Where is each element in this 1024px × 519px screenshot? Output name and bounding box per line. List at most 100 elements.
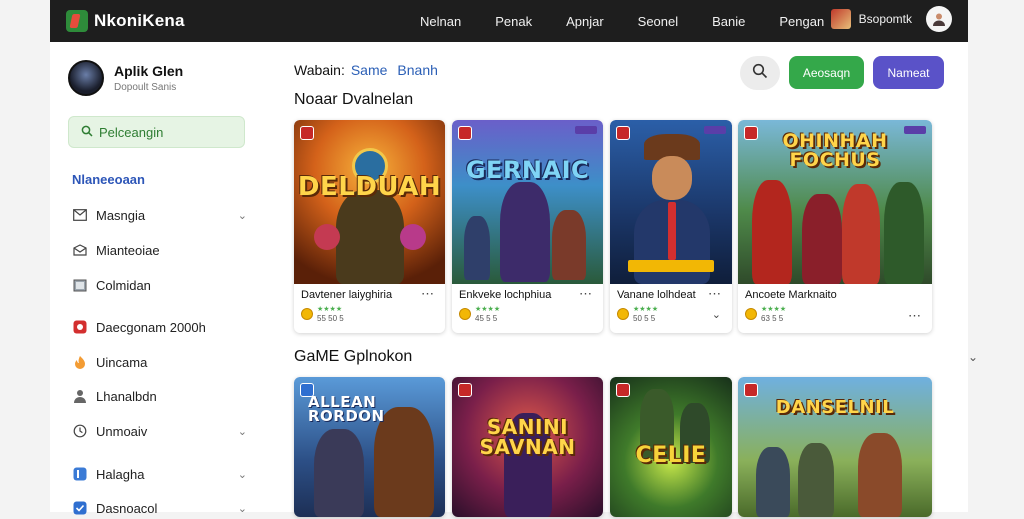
check-icon xyxy=(72,500,88,516)
sidebar-item-6[interactable]: Lhanalbdn xyxy=(72,385,247,407)
game-card-art-title: CELIE xyxy=(635,443,707,468)
user-subtitle: Dopoult Sanis xyxy=(114,82,177,93)
more-icon[interactable]: ⋯ xyxy=(579,286,593,302)
sidebar-item-label: Daecgonam 2000h xyxy=(96,319,206,335)
character-figure xyxy=(314,429,364,517)
chevron-down-icon[interactable]: ⌄ xyxy=(238,502,247,515)
user-name: Aplik Glen xyxy=(114,63,184,79)
coin-icon xyxy=(459,308,471,320)
game-card-art-title: OHINHAH FOCHUS xyxy=(782,130,888,171)
rating-badge xyxy=(300,383,314,397)
profile-menu[interactable]: Bsopomtk xyxy=(830,6,952,32)
promo-button[interactable]: Pelceangin xyxy=(68,116,245,148)
primary-action-button[interactable]: Aeosaqn xyxy=(789,56,864,89)
character-figure xyxy=(798,443,834,517)
game-card-art-title: DANSELNIL xyxy=(775,397,895,418)
game-card[interactable]: CELIE xyxy=(610,377,732,517)
game-card[interactable]: DANSELNIL xyxy=(738,377,932,517)
sidebar-item-3[interactable]: Colmidan xyxy=(72,274,247,296)
character-figure xyxy=(802,194,842,284)
chevron-down-icon[interactable]: ⌄ xyxy=(712,308,722,321)
profile-name: Bsopomtk xyxy=(858,12,912,26)
rating-badge xyxy=(616,383,630,397)
search-icon xyxy=(81,125,93,140)
sidebar-section-label: Nlaneeoaan xyxy=(72,172,145,187)
app-logo[interactable]: NkoniKena xyxy=(66,10,185,32)
secondary-action-button[interactable]: Nameat xyxy=(873,56,944,89)
chevron-down-icon[interactable]: ⌄ xyxy=(238,425,247,438)
game-card-art: SANINI SAVNAN xyxy=(452,377,603,517)
sidebar-item-label: Uincama xyxy=(96,354,148,370)
platform-badge xyxy=(704,126,726,134)
game-card[interactable]: Vanane lolhdeat ⋯ ★★★★ 50 5 5 ⌄ xyxy=(610,120,732,333)
sidebar-item-1[interactable]: Masngia ⌄ xyxy=(72,204,247,226)
sidebar-item-label: Lhanalbdn xyxy=(96,388,157,404)
user-card[interactable]: Aplik Glen Dopoult Sanis xyxy=(68,60,183,96)
game-card[interactable]: ALLEAN RORDON xyxy=(294,377,445,517)
game-card-art: OHINHAH FOCHUS xyxy=(738,120,932,284)
rating-badge xyxy=(616,126,630,140)
game-card[interactable]: SANINI SAVNAN xyxy=(452,377,603,517)
nav-item-1[interactable]: Nelnan xyxy=(420,14,461,29)
nav-item-5[interactable]: Banie xyxy=(712,14,745,29)
sidebar-item-8[interactable]: Halagha ⌄ xyxy=(72,463,247,485)
search-keyword-1[interactable]: Same xyxy=(351,62,388,78)
game-card-meta: Davtener laiyghiria ⋯ ★★★★ 55 50 5 xyxy=(294,284,445,333)
character-figure xyxy=(842,184,880,284)
nav-item-2[interactable]: Penak xyxy=(495,14,532,29)
game-card-art: DANSELNIL xyxy=(738,377,932,517)
chevron-down-icon[interactable]: ⌄ xyxy=(968,350,978,364)
game-card-rating: 63 5 5 xyxy=(761,314,784,323)
game-card-art: GERNAIC xyxy=(452,120,603,284)
title-banner xyxy=(628,260,714,272)
logo-icon xyxy=(66,10,88,32)
sidebar-item-label: Mianteoiae xyxy=(96,242,160,258)
blue-app-icon xyxy=(72,466,88,482)
nav-item-6[interactable]: Pengan xyxy=(779,14,824,29)
more-icon[interactable]: ⋯ xyxy=(708,286,722,302)
game-card-art-title: DELDUAH xyxy=(297,172,442,202)
rating-badge xyxy=(458,383,472,397)
search-icon xyxy=(752,63,768,84)
game-card[interactable]: DELDUAH Davtener laiyghiria ⋯ ★★★★ 55 50… xyxy=(294,120,445,333)
stars-icon: ★★★★ xyxy=(761,306,787,313)
game-card-title: Ancoete Marknaito xyxy=(745,289,837,301)
stars-icon: ★★★★ xyxy=(317,306,343,313)
game-card-rating: 55 50 5 xyxy=(317,314,344,323)
character-figure xyxy=(464,216,490,280)
search-keyword-2[interactable]: Bnanh xyxy=(397,62,437,78)
game-card[interactable]: GERNAIC Enkveke lochphiua ⋯ ★★★★ 45 5 5 xyxy=(452,120,603,333)
character-figure xyxy=(552,210,586,280)
nav-item-4[interactable]: Seonel xyxy=(638,14,678,29)
rating-badge xyxy=(458,126,472,140)
sidebar-item-4[interactable]: Daecgonam 2000h xyxy=(72,316,247,338)
character-figure xyxy=(884,182,924,284)
more-icon[interactable]: ⋯ xyxy=(908,308,922,324)
character-figure xyxy=(336,190,404,284)
chevron-down-icon[interactable]: ⌄ xyxy=(238,468,247,481)
avatar xyxy=(68,60,104,96)
game-card-title: Davtener laiyghiria xyxy=(301,289,393,301)
app-window: NkoniKena Nelnan Penak Apnjar Seonel Ban… xyxy=(50,0,978,517)
platform-badge xyxy=(904,126,926,134)
game-card-title: Vanane lolhdeat xyxy=(617,289,696,301)
user-icon[interactable] xyxy=(926,6,952,32)
tie-figure xyxy=(668,202,676,260)
search-button[interactable] xyxy=(740,56,780,90)
more-icon[interactable]: ⋯ xyxy=(421,286,435,302)
chevron-down-icon[interactable]: ⌄ xyxy=(238,209,247,222)
sidebar-item-label: Colmidan xyxy=(96,277,151,293)
stars-icon: ★★★★ xyxy=(633,306,659,313)
sidebar-item-label: Masngia xyxy=(96,207,146,223)
game-card[interactable]: OHINHAH FOCHUS Ancoete Marknaito ★★★★ 63… xyxy=(738,120,932,333)
sidebar-item-7[interactable]: Unmoaiv ⌄ xyxy=(72,420,247,442)
character-figure xyxy=(858,433,902,517)
envelope-icon xyxy=(72,242,88,258)
sidebar-item-5[interactable]: Uincama xyxy=(72,351,247,373)
face-figure xyxy=(652,156,692,200)
nav-item-3[interactable]: Apnjar xyxy=(566,14,604,29)
sidebar-item-label: Dasnoacol xyxy=(96,500,158,516)
sidebar-item-2[interactable]: Mianteoiae xyxy=(72,239,247,261)
game-card-art xyxy=(610,120,732,284)
sidebar-item-9[interactable]: Dasnoacol ⌄ xyxy=(72,497,247,519)
